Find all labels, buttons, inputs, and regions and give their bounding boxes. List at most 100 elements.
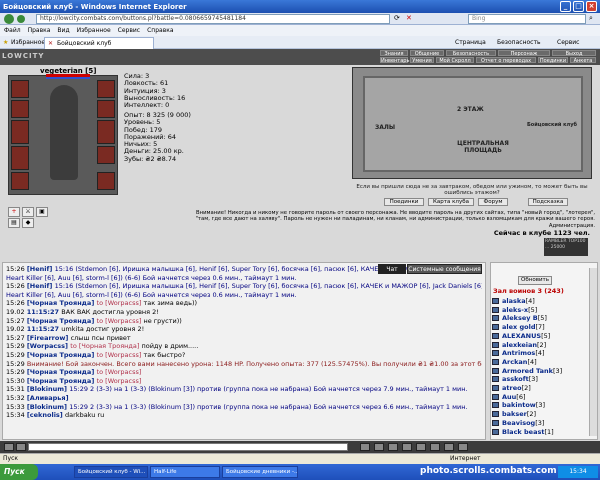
bag-icon[interactable]: ▣: [36, 207, 48, 217]
player-item[interactable]: Black beast[1]: [492, 428, 554, 436]
map-central-square[interactable]: ЦЕНТРАЛЬНАЯ ПЛОЩАДЬ: [453, 140, 513, 154]
nav-character[interactable]: Персонаж: [498, 50, 550, 57]
player-info-icon[interactable]: [492, 376, 499, 383]
map-fight-club[interactable]: Бойцовский клуб: [527, 122, 577, 128]
player-name[interactable]: Armored Tank: [502, 367, 553, 375]
chat-author[interactable]: [Henif]: [27, 265, 55, 273]
task-diaries[interactable]: Бойцовские дневники -...: [222, 466, 298, 478]
player-item[interactable]: bakser[2]: [492, 410, 536, 418]
player-name[interactable]: alaska: [502, 297, 526, 305]
nav-chat[interactable]: Общение: [410, 50, 444, 57]
map-halls[interactable]: ЗАЛЫ: [375, 124, 395, 131]
search-icon[interactable]: ⌕: [589, 14, 593, 23]
player-item[interactable]: Beavisog[3]: [492, 419, 544, 427]
chat-author[interactable]: 11:15:27: [27, 308, 62, 316]
slot-boots[interactable]: [97, 172, 115, 190]
player-item[interactable]: Armored Tank[3]: [492, 367, 562, 375]
chat-author[interactable]: [Чорная Трояндa]: [27, 317, 97, 325]
scroll-icon[interactable]: ▤: [8, 218, 20, 228]
player-item[interactable]: alexkeian[2]: [492, 341, 546, 349]
task-halflife[interactable]: Half-Life: [150, 466, 220, 478]
task-ie[interactable]: Бойцовский клуб - Wi...: [74, 466, 148, 478]
chat-log[interactable]: 15:26 [Henif] 15:16 (Stdemon [6], Иришка…: [2, 262, 486, 440]
menu-view[interactable]: Вид: [57, 27, 69, 34]
player-info-icon[interactable]: [492, 306, 499, 313]
player-info-icon[interactable]: [492, 411, 499, 418]
close-button[interactable]: ×: [586, 1, 597, 12]
refresh-icon[interactable]: ⟳: [394, 14, 400, 22]
player-info-icon[interactable]: [492, 367, 499, 374]
slot-belt[interactable]: [11, 172, 29, 190]
player-item[interactable]: ALEXANUS[5]: [492, 332, 550, 340]
player-name[interactable]: asskoft: [502, 375, 529, 383]
player-item[interactable]: bakintow[3]: [492, 401, 545, 409]
slot-earring[interactable]: [97, 80, 115, 98]
rambler-counter[interactable]: RAMBLER TOP100 ... 25000: [544, 238, 588, 256]
page-menu[interactable]: Страница: [455, 38, 486, 47]
sound-icon[interactable]: [402, 443, 412, 451]
player-name[interactable]: bakintow: [502, 401, 536, 409]
spell-icon[interactable]: ⚔: [22, 207, 34, 217]
back-icon[interactable]: [4, 14, 14, 24]
player-name[interactable]: atreo: [502, 384, 522, 392]
players-scrollbar[interactable]: [589, 268, 597, 436]
player-name[interactable]: aleks-x: [502, 306, 528, 314]
player-info-icon[interactable]: [492, 324, 499, 331]
chat-recipient[interactable]: to [Worpacss]: [97, 299, 144, 307]
chat-clear-icon[interactable]: [16, 443, 26, 451]
nav-battles[interactable]: Поединки: [538, 57, 568, 64]
player-info-icon[interactable]: [492, 315, 499, 322]
help-icon[interactable]: [444, 443, 454, 451]
player-name[interactable]: Arckan: [502, 358, 527, 366]
start-button[interactable]: Пуск: [0, 464, 38, 480]
chat-mode-icon[interactable]: [4, 443, 14, 451]
chat-author[interactable]: [Blokinum]: [27, 385, 69, 393]
refresh-list-button[interactable]: Обновить: [518, 276, 552, 285]
nav-skills[interactable]: Умения: [410, 57, 434, 64]
stop-icon[interactable]: ✕: [406, 14, 412, 22]
player-name[interactable]: bakser: [502, 410, 527, 418]
slot-helmet[interactable]: [11, 80, 29, 98]
security-menu[interactable]: Безопасность: [497, 38, 541, 47]
chat-author[interactable]: [Blokinum]: [27, 403, 69, 411]
minimize-button[interactable]: _: [560, 1, 571, 12]
player-name[interactable]: alex gold: [502, 323, 535, 331]
url-input[interactable]: http://lowcity.combats.com/buttons.pl?ba…: [36, 14, 390, 24]
player-info-icon[interactable]: [492, 350, 499, 357]
nav-profile[interactable]: Анкета: [570, 57, 596, 64]
nav-knowledge[interactable]: Знания: [380, 50, 408, 57]
nav-exit[interactable]: Выход: [552, 50, 596, 57]
player-info-icon[interactable]: [492, 358, 499, 365]
club-map-button[interactable]: Карта клуба: [428, 198, 474, 206]
chat-author[interactable]: [Чорная Трояндa]: [27, 377, 97, 385]
player-name[interactable]: alexkeian: [502, 341, 537, 349]
forum-button[interactable]: Форум: [478, 198, 508, 206]
chat-recipient[interactable]: to [Worpacss]: [97, 317, 144, 325]
chat-author[interactable]: [Henif]: [27, 282, 55, 290]
maximize-button[interactable]: □: [573, 1, 584, 12]
nav-transfers[interactable]: Отчет о переводах: [476, 57, 536, 64]
nav-security[interactable]: Безопасность: [446, 50, 496, 57]
menu-favorites[interactable]: Избранное: [77, 27, 111, 34]
star-icon[interactable]: ★: [3, 38, 8, 47]
chat-author[interactable]: [Чорная Трояндa]: [27, 368, 97, 376]
menu-tools[interactable]: Сервис: [118, 27, 140, 34]
player-name[interactable]: Antrimos: [502, 349, 535, 357]
player-info-icon[interactable]: [492, 298, 499, 304]
player-item[interactable]: alaska[4]: [492, 297, 535, 305]
hint-button[interactable]: Подсказка: [528, 198, 568, 206]
chat-recipient[interactable]: to [Worpacss]: [97, 368, 142, 376]
player-item[interactable]: Antrimos[4]: [492, 349, 545, 357]
potion-icon[interactable]: ◆: [22, 218, 34, 228]
player-info-icon[interactable]: [492, 402, 499, 409]
tab-chat[interactable]: Чат: [378, 264, 406, 274]
player-info-icon[interactable]: [492, 332, 499, 339]
chat-input[interactable]: [28, 443, 348, 451]
nav-myscroll[interactable]: Мой Скролл: [436, 57, 474, 64]
filter-icon[interactable]: [388, 443, 398, 451]
translit-icon[interactable]: [374, 443, 384, 451]
player-item[interactable]: aleks-x[5]: [492, 306, 537, 314]
chat-author[interactable]: [Чорная Трояндa]: [27, 351, 97, 359]
player-name[interactable]: ALEXANUS: [502, 332, 541, 340]
player-item[interactable]: Auu[6]: [492, 393, 526, 401]
